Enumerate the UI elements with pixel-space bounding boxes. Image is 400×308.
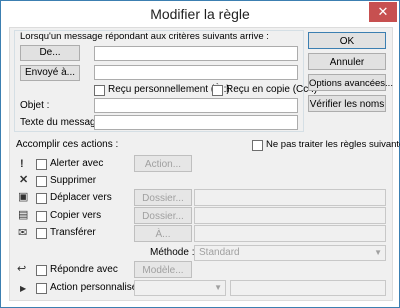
- alert-action-button[interactable]: Action...: [134, 155, 192, 172]
- personal-checkbox[interactable]: [94, 85, 105, 96]
- subject-input[interactable]: [94, 98, 298, 113]
- copy-folder-button[interactable]: Dossier...: [134, 207, 192, 224]
- method-label: Méthode :: [150, 247, 195, 258]
- reply-icon: ↩: [17, 263, 27, 275]
- actions-header: Accomplir ces actions :: [16, 139, 119, 150]
- check-names-button[interactable]: Vérifier les noms: [308, 95, 386, 112]
- forward-to-button[interactable]: À...: [134, 225, 192, 242]
- dialog-title: Modifier la règle: [150, 6, 250, 22]
- move-folder-button[interactable]: Dossier...: [134, 189, 192, 206]
- cc-label: Reçu en copie (Cc :): [226, 84, 318, 95]
- reply-template-button[interactable]: Modèle...: [134, 261, 192, 278]
- forward-label: Transférer: [50, 227, 96, 238]
- alert-label: Alerter avec: [50, 158, 104, 169]
- custom-action-select[interactable]: ▼: [134, 280, 226, 296]
- dialog-window: Modifier la règle ✕ Lorsqu'un message ré…: [0, 0, 400, 308]
- method-select[interactable]: Standard ▼: [194, 245, 386, 261]
- sent-to-button[interactable]: Envoyé à...: [20, 65, 80, 81]
- copy-folder-icon: ▤: [18, 209, 29, 221]
- forward-mail-icon: ✉: [18, 227, 28, 239]
- close-button[interactable]: ✕: [369, 2, 397, 22]
- cancel-button[interactable]: Annuler: [308, 53, 386, 70]
- forward-checkbox[interactable]: [36, 228, 47, 239]
- alert-checkbox[interactable]: [36, 159, 47, 170]
- body-input[interactable]: [94, 115, 298, 130]
- delete-label: Supprimer: [50, 175, 97, 186]
- copy-checkbox[interactable]: [36, 211, 47, 222]
- subject-label: Objet :: [20, 100, 50, 111]
- play-icon: ▶: [20, 284, 27, 293]
- custom-action-label: Action personnalisée: [50, 282, 143, 293]
- sent-to-input[interactable]: [94, 65, 298, 80]
- move-checkbox[interactable]: [36, 193, 47, 204]
- conditions-header: Lorsqu'un message répondant aux critères…: [20, 31, 269, 42]
- delete-icon: ✕: [19, 174, 29, 186]
- move-folder-field: [194, 189, 386, 206]
- method-value: Standard: [199, 247, 240, 258]
- close-icon: ✕: [377, 4, 389, 19]
- custom-action-field: [230, 280, 386, 296]
- copy-folder-field: [194, 207, 386, 224]
- copy-label: Copier vers: [50, 210, 102, 221]
- forward-to-field: [194, 225, 386, 242]
- reply-label: Répondre avec: [50, 264, 118, 275]
- cc-checkbox[interactable]: [212, 85, 223, 96]
- from-input[interactable]: [94, 46, 298, 61]
- ok-button[interactable]: OK: [308, 32, 386, 49]
- stop-rules-label: Ne pas traiter les règles suivantes: [266, 139, 400, 150]
- reply-checkbox[interactable]: [36, 265, 47, 276]
- from-button[interactable]: De...: [20, 45, 80, 61]
- chevron-down-icon: ▼: [374, 248, 382, 257]
- move-label: Déplacer vers: [50, 192, 112, 203]
- chevron-down-icon: ▼: [214, 283, 222, 292]
- dialog-body: Lorsqu'un message répondant aux critères…: [9, 27, 400, 301]
- exclamation-icon: !: [20, 158, 24, 170]
- title-bar: Modifier la règle ✕: [1, 1, 399, 27]
- stop-rules-checkbox[interactable]: [252, 140, 263, 151]
- advanced-options-button[interactable]: Options avancées...: [308, 74, 393, 91]
- custom-action-checkbox[interactable]: [36, 283, 47, 294]
- move-folder-icon: ▣: [18, 191, 29, 203]
- delete-checkbox[interactable]: [36, 176, 47, 187]
